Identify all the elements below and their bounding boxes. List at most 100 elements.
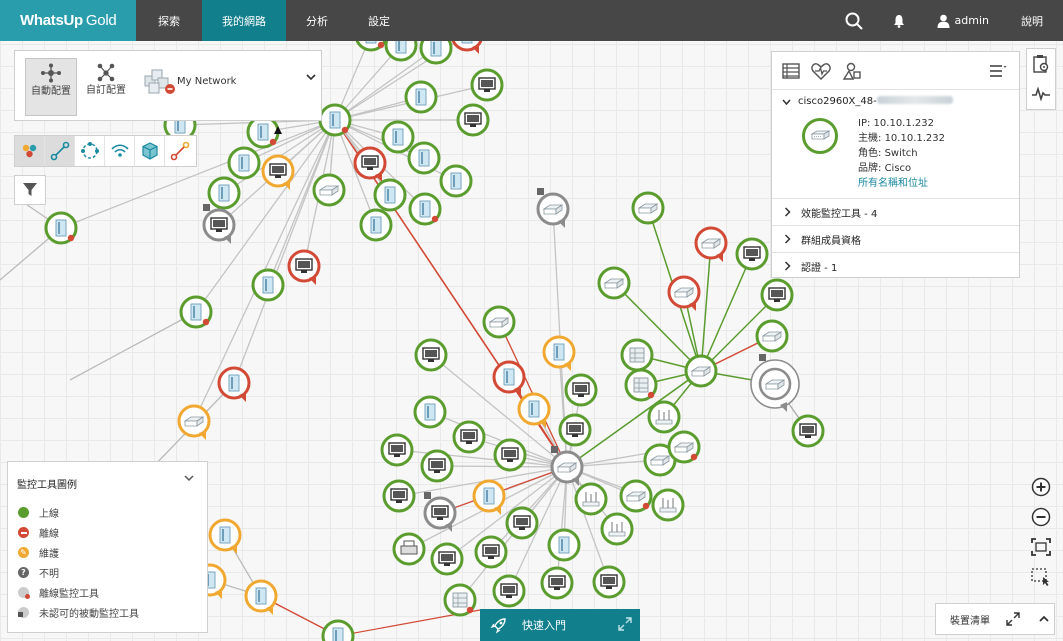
network-device-node[interactable] — [684, 354, 718, 388]
network-device-node[interactable] — [472, 479, 506, 515]
network-device-node[interactable] — [413, 395, 447, 429]
network-device-node[interactable] — [261, 154, 295, 190]
section-group-membership[interactable]: 群組成員資格 — [772, 225, 1019, 252]
network-device-node[interactable] — [517, 392, 551, 428]
network-device-node[interactable] — [227, 146, 261, 180]
network-device-node[interactable] — [359, 208, 393, 242]
network-device-node[interactable] — [217, 366, 251, 402]
network-device-node[interactable] — [647, 400, 681, 434]
network-device-node[interactable] — [558, 413, 592, 447]
fit-to-screen-button[interactable] — [1027, 532, 1055, 562]
virtual-tool[interactable] — [135, 136, 165, 166]
network-device-node[interactable] — [451, 41, 483, 54]
network-device-node[interactable] — [542, 335, 576, 371]
network-device-node[interactable] — [574, 482, 608, 516]
whatsup-gold-logo[interactable]: WhatsUp Gold — [0, 0, 136, 41]
quick-start-bar[interactable]: 快速入門 — [480, 609, 640, 641]
network-device-node[interactable] — [492, 360, 526, 396]
network-device-node[interactable] — [564, 373, 598, 407]
network-device-node[interactable] — [505, 506, 539, 540]
network-device-node[interactable] — [470, 68, 504, 102]
network-device-node[interactable] — [251, 268, 285, 302]
network-device-node[interactable] — [536, 188, 570, 228]
network-device-node[interactable] — [321, 619, 355, 641]
user-menu[interactable]: admin — [927, 0, 1011, 41]
chevron-down-icon[interactable] — [183, 474, 195, 483]
network-device-node[interactable] — [493, 438, 527, 472]
network-device-node[interactable] — [651, 488, 685, 522]
network-device-node[interactable] — [619, 479, 653, 513]
network-device-node[interactable] — [353, 146, 387, 182]
list-view-icon[interactable] — [782, 62, 800, 79]
network-device-node[interactable] — [430, 542, 464, 576]
network-device-node[interactable] — [355, 41, 387, 52]
network-device-node[interactable] — [44, 211, 78, 245]
network-device-node[interactable] — [620, 338, 654, 372]
network-device-node[interactable] — [312, 173, 346, 207]
shapes-icon[interactable] — [842, 62, 862, 80]
network-device-node[interactable] — [694, 226, 728, 262]
network-device-node[interactable] — [407, 141, 441, 175]
path-tool[interactable] — [165, 136, 195, 166]
help-link[interactable]: 說明 — [1011, 0, 1063, 41]
tab-discover[interactable]: 探索 — [136, 0, 202, 41]
network-device-node[interactable] — [597, 266, 631, 300]
network-device-node[interactable] — [208, 518, 242, 554]
network-device-node[interactable] — [547, 528, 581, 562]
network-device-node[interactable] — [318, 103, 352, 137]
panel-menu-icon[interactable] — [989, 64, 1007, 78]
search-button[interactable] — [835, 0, 883, 41]
network-device-node[interactable] — [456, 103, 490, 137]
network-device-node[interactable] — [408, 192, 442, 226]
network-device-node[interactable] — [452, 420, 486, 454]
network-device-node[interactable] — [540, 566, 574, 600]
network-selector[interactable]: My Network — [143, 66, 319, 96]
network-device-node[interactable] — [202, 204, 236, 244]
network-device-node[interactable] — [207, 176, 241, 210]
network-device-node[interactable] — [474, 535, 508, 569]
network-device-node[interactable] — [600, 512, 634, 546]
network-device-node[interactable] — [381, 120, 415, 154]
activity-button[interactable] — [1031, 79, 1051, 109]
auto-layout-button[interactable]: 自動配置 — [25, 58, 77, 116]
network-device-node[interactable] — [392, 532, 426, 566]
network-device-node[interactable] — [246, 115, 280, 149]
network-device-node[interactable] — [667, 275, 701, 311]
network-device-node[interactable] — [404, 80, 438, 114]
section-performance-monitors[interactable]: 效能監控工具 - 4 — [772, 198, 1019, 225]
network-device-node[interactable] — [624, 368, 658, 402]
network-device-node[interactable] — [735, 237, 769, 271]
all-names-link[interactable]: 所有名稱和位址 — [858, 176, 945, 191]
network-device-node[interactable] — [244, 579, 278, 615]
link-tool[interactable] — [45, 136, 75, 166]
network-device-node[interactable] — [382, 479, 416, 513]
network-device-node[interactable] — [755, 319, 789, 353]
network-device-node[interactable] — [791, 414, 825, 448]
device-color-tool[interactable] — [15, 136, 45, 166]
tab-analyze[interactable]: 分析 — [286, 0, 348, 41]
tab-my-network[interactable]: 我的網路 — [202, 0, 286, 41]
network-device-node[interactable] — [384, 41, 418, 62]
device-settings-button[interactable] — [1032, 49, 1050, 79]
filter-button[interactable] — [14, 175, 46, 205]
health-icon[interactable] — [811, 62, 831, 80]
network-device-node[interactable] — [760, 278, 794, 312]
network-device-node[interactable] — [592, 565, 626, 599]
zoom-in-button[interactable] — [1027, 472, 1055, 502]
network-device-node[interactable] — [287, 249, 321, 285]
network-device-node[interactable] — [179, 295, 213, 329]
network-device-node[interactable] — [380, 433, 414, 467]
custom-layout-button[interactable]: 自訂配置 — [80, 58, 132, 116]
network-device-node[interactable] — [482, 305, 516, 339]
network-device-node[interactable] — [373, 178, 407, 212]
network-device-node[interactable] — [423, 492, 457, 532]
network-device-node[interactable] — [414, 338, 448, 372]
zoom-out-button[interactable] — [1027, 502, 1055, 532]
section-credentials[interactable]: 認證 - 1 — [772, 252, 1019, 279]
select-area-button[interactable] — [1027, 562, 1055, 592]
network-device-node[interactable] — [631, 191, 665, 225]
network-device-node[interactable] — [420, 449, 454, 483]
network-device-node[interactable] — [667, 430, 701, 464]
topology-tool[interactable] — [75, 136, 105, 166]
device-list-bar[interactable]: 裝置清單 — [935, 603, 1055, 635]
